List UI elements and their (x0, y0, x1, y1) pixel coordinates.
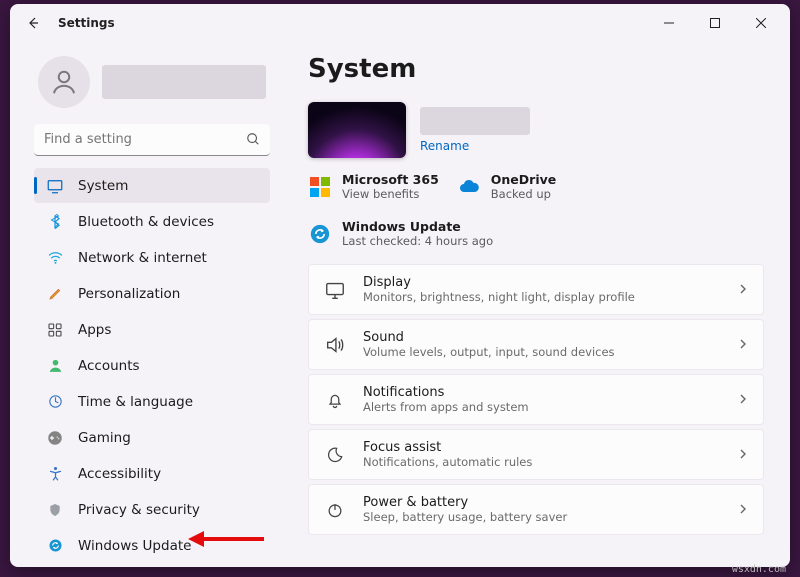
sidebar-item-label: Bluetooth & devices (78, 214, 214, 230)
sidebar-item-label: Network & internet (78, 250, 207, 266)
window-title: Settings (58, 16, 115, 30)
gaming-icon (46, 429, 64, 447)
sidebar-item-privacy[interactable]: Privacy & security (34, 492, 270, 527)
page-heading: System (308, 54, 764, 84)
sound-icon (323, 333, 347, 357)
tile-title: Windows Update (342, 219, 493, 234)
tile-sub: View benefits (342, 187, 439, 201)
sidebar-item-windows-update[interactable]: Windows Update (34, 528, 270, 563)
card-title: Focus assist (363, 440, 532, 455)
rename-link[interactable]: Rename (420, 139, 530, 153)
sidebar: System Bluetooth & devices Network & int… (10, 42, 282, 567)
close-button[interactable] (738, 8, 784, 38)
sidebar-item-label: Privacy & security (78, 502, 200, 518)
tile-title: OneDrive (491, 172, 556, 187)
apps-icon (46, 321, 64, 339)
sidebar-item-network[interactable]: Network & internet (34, 240, 270, 275)
card-title: Sound (363, 330, 615, 345)
nav: System Bluetooth & devices Network & int… (34, 168, 270, 563)
desktop-thumbnail[interactable] (308, 102, 406, 158)
card-sub: Notifications, automatic rules (363, 455, 532, 469)
tile-windows-update[interactable]: Windows Update Last checked: 4 hours ago (308, 219, 493, 248)
close-icon (756, 18, 766, 28)
back-button[interactable] (16, 8, 50, 38)
profile-name-redacted (102, 65, 266, 99)
maximize-icon (710, 18, 720, 28)
tile-microsoft365[interactable]: Microsoft 365 View benefits (308, 172, 439, 201)
titlebar: Settings (10, 4, 790, 42)
sidebar-item-accounts[interactable]: Accounts (34, 348, 270, 383)
chevron-right-icon (737, 390, 749, 409)
sidebar-item-time-language[interactable]: Time & language (34, 384, 270, 419)
minimize-icon (664, 18, 674, 28)
card-notifications[interactable]: Notifications Alerts from apps and syste… (308, 374, 764, 425)
chevron-right-icon (737, 335, 749, 354)
microsoft-logo-icon (308, 175, 332, 199)
card-title: Display (363, 275, 635, 290)
sidebar-item-label: Apps (78, 322, 111, 338)
tile-onedrive[interactable]: OneDrive Backed up (457, 172, 577, 201)
sidebar-item-personalization[interactable]: Personalization (34, 276, 270, 311)
settings-window: Settings System (10, 4, 790, 567)
card-sub: Volume levels, output, input, sound devi… (363, 345, 615, 359)
card-sub: Monitors, brightness, night light, displ… (363, 290, 635, 304)
settings-cards: Display Monitors, brightness, night ligh… (308, 264, 764, 535)
status-tiles: Microsoft 365 View benefits OneDrive Bac… (308, 172, 764, 248)
search (34, 124, 270, 156)
sidebar-item-label: Windows Update (78, 538, 191, 554)
sidebar-item-label: Personalization (78, 286, 180, 302)
tile-sub: Last checked: 4 hours ago (342, 234, 493, 248)
chevron-right-icon (737, 500, 749, 519)
update-icon (308, 222, 332, 246)
device-row: Rename (308, 102, 764, 158)
sidebar-item-label: Accessibility (78, 466, 161, 482)
sidebar-item-label: Gaming (78, 430, 131, 446)
search-input[interactable] (34, 124, 270, 156)
sidebar-item-gaming[interactable]: Gaming (34, 420, 270, 455)
account-icon (46, 357, 64, 375)
wifi-icon (46, 249, 64, 267)
main-panel: System Rename Microsoft 365 View benefit… (282, 42, 790, 567)
sidebar-item-system[interactable]: System (34, 168, 270, 203)
moon-icon (323, 443, 347, 467)
watermark: wsxdn.com (732, 564, 786, 575)
sidebar-item-bluetooth[interactable]: Bluetooth & devices (34, 204, 270, 239)
globe-clock-icon (46, 393, 64, 411)
maximize-button[interactable] (692, 8, 738, 38)
device-name-redacted (420, 107, 530, 135)
card-power-battery[interactable]: Power & battery Sleep, battery usage, ba… (308, 484, 764, 535)
avatar (38, 56, 90, 108)
shield-icon (46, 501, 64, 519)
sidebar-item-label: Time & language (78, 394, 193, 410)
accessibility-icon (46, 465, 64, 483)
card-display[interactable]: Display Monitors, brightness, night ligh… (308, 264, 764, 315)
card-focus-assist[interactable]: Focus assist Notifications, automatic ru… (308, 429, 764, 480)
arrow-left-icon (25, 15, 41, 31)
display-icon (323, 278, 347, 302)
power-icon (323, 498, 347, 522)
card-sound[interactable]: Sound Volume levels, output, input, soun… (308, 319, 764, 370)
chevron-right-icon (737, 445, 749, 464)
bell-icon (323, 388, 347, 412)
display-icon (46, 177, 64, 195)
chevron-right-icon (737, 280, 749, 299)
sidebar-item-label: Accounts (78, 358, 140, 374)
sidebar-item-accessibility[interactable]: Accessibility (34, 456, 270, 491)
card-sub: Sleep, battery usage, battery saver (363, 510, 567, 524)
profile[interactable] (34, 50, 270, 122)
onedrive-icon (457, 175, 481, 199)
person-icon (49, 67, 79, 97)
sidebar-item-label: System (78, 178, 128, 194)
tile-sub: Backed up (491, 187, 556, 201)
search-icon (246, 132, 260, 146)
sidebar-item-apps[interactable]: Apps (34, 312, 270, 347)
paintbrush-icon (46, 285, 64, 303)
bluetooth-icon (46, 213, 64, 231)
card-title: Power & battery (363, 495, 567, 510)
minimize-button[interactable] (646, 8, 692, 38)
tile-title: Microsoft 365 (342, 172, 439, 187)
card-sub: Alerts from apps and system (363, 400, 529, 414)
update-icon (46, 537, 64, 555)
card-title: Notifications (363, 385, 529, 400)
